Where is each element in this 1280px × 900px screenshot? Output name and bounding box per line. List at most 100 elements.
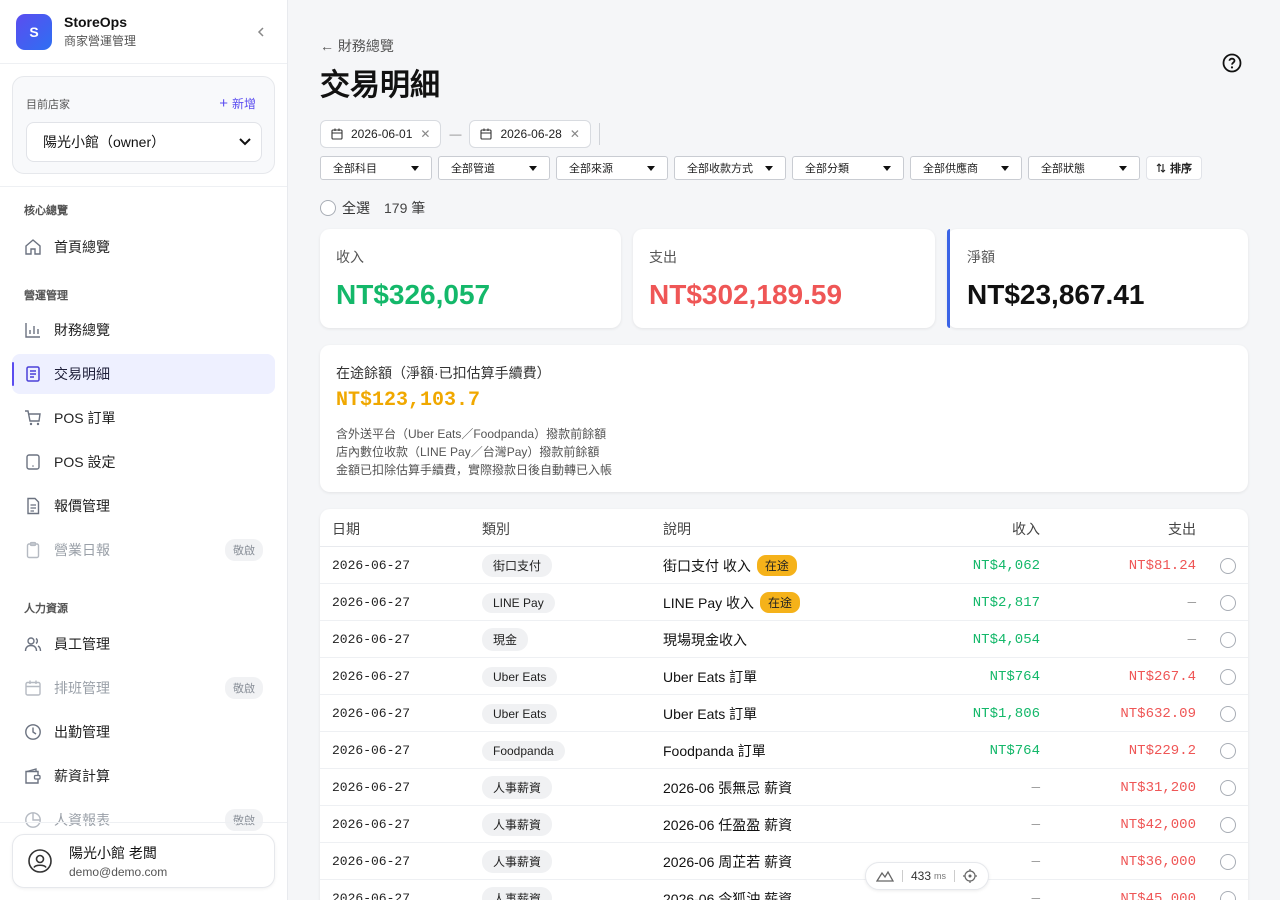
sidebar-item-payroll[interactable]: 薪資計算 (12, 756, 275, 796)
filter-supplier[interactable]: 全部供應商 (910, 156, 1022, 180)
category-pill: Uber Eats (482, 666, 558, 687)
document-list-icon (24, 365, 42, 383)
table-row[interactable]: 2026-06-27 街口支付 街口支付 收入 在途 NT$4,062 NT$81.24 (320, 547, 1248, 584)
calendar-icon (331, 128, 343, 140)
category-pill: 現金 (482, 628, 529, 651)
disabled-badge: 敬啟 (225, 539, 263, 561)
table-row[interactable]: 2026-06-27 人事薪資 2026-06 周芷若 薪資 — NT$36,000 (320, 843, 1248, 880)
nav-section-ops: 營運管理 (24, 290, 68, 302)
performance-indicator: 433 ms (865, 862, 989, 890)
crosshair-icon[interactable] (963, 869, 978, 883)
table-row[interactable]: 2026-06-27 Uber Eats Uber Eats 訂單 NT$764 NT$… (320, 658, 1248, 695)
income-card: 收入 NT$326,057 (320, 229, 621, 328)
table-row[interactable]: 2026-06-27 人事薪資 2026-06 任盈盈 薪資 — NT$42,000 (320, 806, 1248, 843)
filter-status[interactable]: 全部狀態 (1028, 156, 1140, 180)
calendar-icon (480, 128, 493, 140)
row-select-radio[interactable] (1220, 705, 1236, 722)
caret-down-icon (411, 165, 419, 171)
end-date-input[interactable]: 2026-06-28 ✕ (469, 120, 591, 148)
user-profile[interactable]: 陽光小館 老闆 demo@demo.com (12, 834, 275, 888)
clear-start-date-icon[interactable]: ✕ (420, 127, 430, 141)
collapse-sidebar-button[interactable] (251, 22, 271, 42)
row-select-radio[interactable] (1220, 594, 1236, 611)
brand-logo: S (16, 13, 52, 50)
filter-source[interactable]: 全部來源 (556, 156, 668, 180)
breadcrumb-back-link[interactable]: ← 財務總覽 (320, 36, 394, 56)
pie-chart-icon (24, 811, 42, 829)
chevron-down-icon (239, 138, 251, 146)
row-select-radio[interactable] (1220, 557, 1236, 574)
caret-down-icon (529, 165, 537, 171)
filter-bar: 全部科目 全部管道 全部來源 全部收款方式 全部分類 全部供應商 全部狀態 排序 (320, 156, 1202, 180)
table-row[interactable]: 2026-06-27 Uber Eats Uber Eats 訂單 NT$1,806 N… (320, 695, 1248, 732)
row-select-radio[interactable] (1220, 890, 1236, 900)
cell-income: NT$2,817 (972, 594, 1040, 611)
expense-card: 支出 NT$302,189.59 (633, 229, 935, 328)
clear-end-date-icon[interactable]: ✕ (570, 127, 580, 141)
cell-expense: — (1187, 631, 1196, 648)
table-row[interactable]: 2026-06-27 現金 現場現金收入 NT$4,054 — (320, 621, 1248, 658)
sort-button[interactable]: 排序 (1146, 156, 1202, 180)
header-income[interactable]: 收入 (1012, 519, 1040, 539)
row-select-radio[interactable] (1220, 668, 1236, 685)
table-row[interactable]: 2026-06-27 人事薪資 2026-06 令狐沖 薪資 — NT$45,000 (320, 880, 1248, 900)
sidebar: S StoreOps 商家營運管理 目前店家 + 新增 陽光小館（owner） 核… (0, 0, 288, 900)
user-name: 陽光小館 老闆 (69, 845, 157, 861)
category-pill: Foodpanda (482, 740, 565, 761)
category-pill: 人事薪資 (482, 850, 553, 873)
table-row[interactable]: 2026-06-27 人事薪資 2026-06 張無忌 薪資 — NT$31,200 (320, 769, 1248, 806)
sidebar-item-finance[interactable]: 財務總覽 (12, 310, 275, 350)
home-icon (24, 238, 42, 256)
sidebar-item-home[interactable]: 首頁總覽 (12, 227, 275, 267)
row-select-radio[interactable] (1220, 853, 1236, 870)
start-date-input[interactable]: 2026-06-01 ✕ (320, 120, 442, 148)
cell-date: 2026-06-27 (332, 891, 411, 900)
table-row[interactable]: 2026-06-27 LINE Pay LINE Pay 收入 在途 NT$2,817 — (320, 584, 1248, 621)
cell-description: 2026-06 令狐沖 薪資 (663, 890, 793, 900)
cell-date: 2026-06-27 (332, 780, 411, 795)
row-select-radio[interactable] (1220, 779, 1236, 796)
sidebar-nav: 核心總覽 首頁總覽 營運管理 財務總覽 交易明細 POS 訂單 POS 設定 報… (0, 200, 287, 840)
cell-description: Uber Eats 訂單 (663, 705, 758, 722)
row-select-radio[interactable] (1220, 631, 1236, 648)
select-all-radio[interactable] (320, 200, 336, 216)
sidebar-item-pos-orders[interactable]: POS 訂單 (12, 398, 275, 438)
filter-channel[interactable]: 全部管道 (438, 156, 550, 180)
sidebar-item-pos-settings[interactable]: POS 設定 (12, 442, 275, 482)
row-select-radio[interactable] (1220, 742, 1236, 759)
header-category[interactable]: 類別 (482, 519, 510, 539)
table-row[interactable]: 2026-06-27 Foodpanda Foodpanda 訂單 NT$764 NT$… (320, 732, 1248, 769)
sidebar-item-quotes[interactable]: 報價管理 (12, 486, 275, 526)
cell-income: NT$4,062 (972, 557, 1040, 574)
cell-description: 2026-06 周芷若 薪資 (663, 853, 793, 870)
sidebar-item-staff[interactable]: 員工管理 (12, 624, 275, 664)
caret-down-icon (883, 165, 891, 171)
disabled-badge: 敬啟 (225, 809, 263, 831)
row-select-radio[interactable] (1220, 816, 1236, 833)
cell-expense: NT$42,000 (1120, 816, 1196, 833)
category-pill: LINE Pay (482, 592, 555, 613)
cell-income: — (1031, 853, 1040, 870)
header-expense[interactable]: 支出 (1168, 519, 1196, 539)
header-description[interactable]: 說明 (663, 519, 691, 539)
table-body: 2026-06-27 街口支付 街口支付 收入 在途 NT$4,062 NT$81.24 2… (320, 547, 1248, 900)
category-pill: Uber Eats (482, 703, 558, 724)
filter-subject[interactable]: 全部科目 (320, 156, 432, 180)
clock-icon (24, 723, 42, 741)
header-date[interactable]: 日期 (332, 519, 360, 539)
sidebar-item-attendance[interactable]: 出勤管理 (12, 712, 275, 752)
user-circle-icon (28, 849, 52, 873)
add-store-button[interactable]: + 新增 (219, 95, 256, 112)
filter-category[interactable]: 全部分類 (792, 156, 904, 180)
help-icon[interactable] (1222, 53, 1242, 73)
cell-expense: NT$81.24 (1128, 557, 1196, 574)
filter-payment-method[interactable]: 全部收款方式 (674, 156, 786, 180)
cell-description: 現場現金收入 (663, 631, 747, 648)
cell-date: 2026-06-27 (332, 706, 411, 721)
select-all[interactable]: 全選 179 筆 (320, 198, 425, 218)
in-transit-tag: 在途 (760, 592, 801, 613)
date-separator: — (449, 127, 462, 141)
store-label: 目前店家 (26, 98, 70, 111)
store-select[interactable]: 陽光小館（owner） (26, 122, 262, 162)
sidebar-item-transactions[interactable]: 交易明細 (12, 354, 275, 394)
